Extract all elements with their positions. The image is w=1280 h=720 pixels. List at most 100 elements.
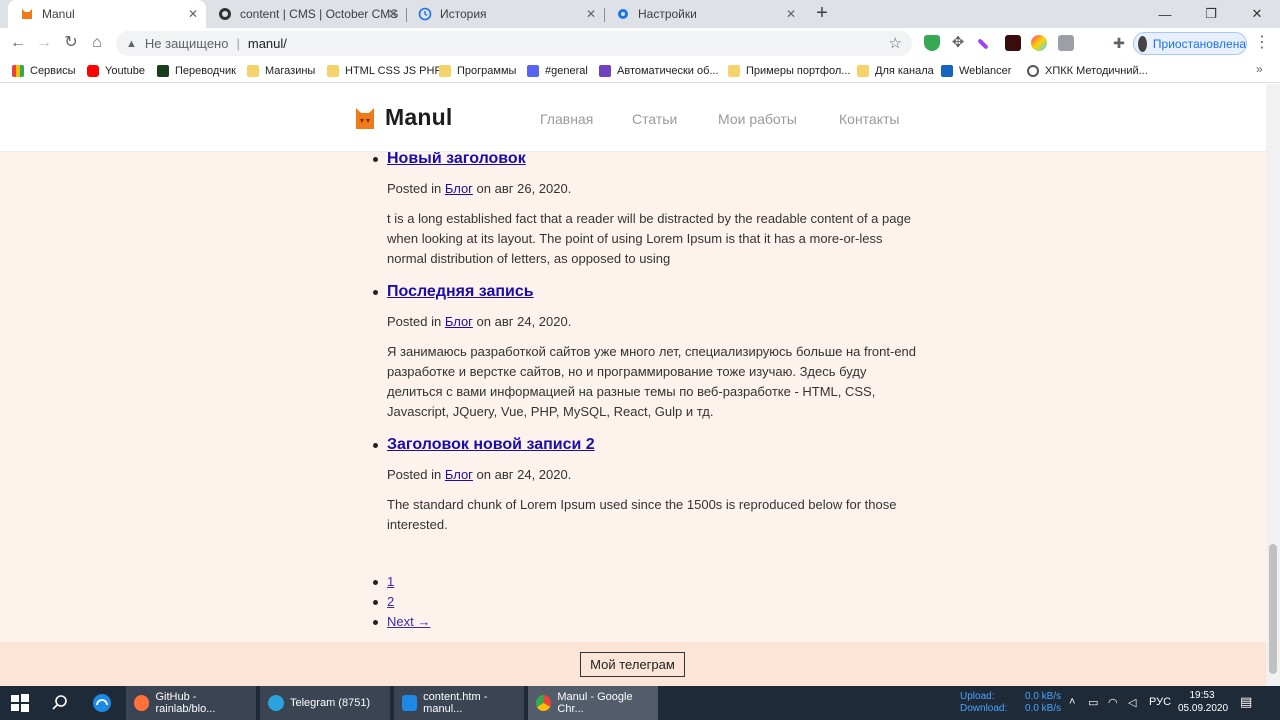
site-header: Manul Главная Статьи Мои работы Контакты: [0, 84, 1266, 152]
next-page-link[interactable]: Next →: [372, 612, 430, 632]
minimize-icon[interactable]: —: [1142, 0, 1188, 28]
history-icon: [418, 7, 432, 21]
scrollbar-thumb[interactable]: [1269, 544, 1277, 674]
page-scrollbar[interactable]: [1266, 84, 1280, 686]
nav-works[interactable]: Мои работы: [718, 111, 797, 127]
telegram-icon: [268, 695, 284, 711]
browser-menu-icon[interactable]: ⋮: [1254, 34, 1270, 54]
more-bookmarks-icon[interactable]: »: [1256, 62, 1263, 76]
tab-settings[interactable]: Настройки ✕: [604, 0, 804, 28]
post-list: Новый заголовок Posted in Блог on авг 26…: [373, 150, 917, 549]
bookmark-star-icon[interactable]: ☆: [889, 34, 902, 52]
avatar: [1138, 35, 1147, 52]
forward-arrow-icon[interactable]: →: [33, 32, 55, 54]
bookmark-shops[interactable]: Магазины: [247, 63, 315, 79]
post-excerpt: Я занимаюсь разработкой сайтов уже много…: [387, 344, 917, 419]
firefox-icon: [134, 695, 150, 711]
screenshot-extension-icon[interactable]: [1058, 35, 1074, 51]
bookmark-programs[interactable]: Программы: [439, 63, 516, 79]
tab-close-icon[interactable]: ✕: [784, 7, 798, 21]
language-indicator[interactable]: РУС: [1149, 696, 1171, 708]
notifications-icon[interactable]: ▤: [1240, 694, 1252, 710]
home-icon[interactable]: ⌂: [86, 32, 108, 54]
search-icon[interactable]: [50, 693, 70, 713]
windows-start-icon[interactable]: [10, 693, 30, 713]
category-link[interactable]: Блог: [445, 467, 473, 482]
url-text[interactable]: manul/: [248, 36, 287, 51]
tab-close-icon[interactable]: ✕: [584, 7, 598, 21]
nav-contacts[interactable]: Контакты: [839, 111, 899, 127]
bookmark-general[interactable]: #general: [527, 63, 588, 79]
bookmark-auto[interactable]: Автоматически об...: [599, 63, 719, 79]
page-link-1[interactable]: 1: [372, 572, 430, 592]
tab-title: История: [440, 7, 487, 21]
youtube-icon: [87, 65, 99, 77]
site-logo[interactable]: Manul: [354, 104, 452, 131]
category-link[interactable]: Блог: [445, 314, 473, 329]
maximize-icon[interactable]: ❐: [1188, 0, 1234, 28]
taskbar: GitHub - rainlab/blo... Telegram (8751) …: [0, 686, 1280, 720]
bookmark-weblancer[interactable]: Weblancer: [941, 63, 1011, 79]
post-excerpt: The standard chunk of Lorem Ipsum used s…: [387, 497, 897, 532]
address-bar[interactable]: ▲ Не защищено | manul/ ☆: [116, 31, 912, 56]
bookmark-youtube[interactable]: Youtube: [87, 63, 145, 79]
bookmark-portfolio[interactable]: Примеры портфол...: [728, 63, 850, 79]
taskbar-app-telegram[interactable]: Telegram (8751): [260, 686, 390, 720]
browser-toolbar: ← → ↻ ⌂ ▲ Не защищено | manul/ ☆ ✥ ✚ При…: [0, 28, 1280, 59]
battery-icon[interactable]: ▭: [1088, 696, 1098, 709]
move-extension-icon[interactable]: ✥: [950, 35, 966, 51]
bookmark-translator[interactable]: Переводчик: [157, 63, 236, 79]
tab-title: Настройки: [638, 7, 697, 21]
tab-manul[interactable]: Manul ✕: [8, 0, 206, 28]
logo-text: Manul: [385, 104, 453, 130]
category-link[interactable]: Блог: [445, 181, 473, 196]
bookmark-channel[interactable]: Для канала: [857, 63, 934, 79]
nav-home[interactable]: Главная: [540, 111, 593, 127]
puzzle-extensions-icon[interactable]: ✚: [1111, 35, 1127, 51]
tab-history[interactable]: История ✕: [406, 0, 605, 28]
site-footer: Мой телеграм: [0, 642, 1266, 686]
bookmark-services[interactable]: Сервисы: [12, 63, 76, 79]
gear-icon: [616, 7, 630, 21]
bookmark-khpkk[interactable]: ХПКК Методичний...: [1027, 63, 1148, 79]
folder-icon: [327, 65, 339, 77]
shield-extension-icon[interactable]: [924, 35, 940, 51]
back-arrow-icon[interactable]: ←: [7, 32, 29, 54]
upload-speed: 0.0 kB/s: [1025, 691, 1062, 702]
wifi-icon[interactable]: ◠: [1108, 696, 1118, 709]
profile-button[interactable]: Приостановлена: [1133, 32, 1247, 55]
taskbar-app-vscode[interactable]: content.htm - manul...: [394, 686, 524, 720]
speaker-icon[interactable]: ◁: [1128, 696, 1136, 709]
tab-october-cms[interactable]: content | CMS | October CMS ✕: [206, 0, 407, 28]
october-favicon-icon: [218, 7, 232, 21]
taskbar-app-firefox[interactable]: GitHub - rainlab/blo...: [126, 686, 256, 720]
telegram-button[interactable]: Мой телеграм: [580, 652, 685, 677]
page-link-2[interactable]: 2: [372, 592, 430, 612]
chevron-up-icon[interactable]: ˄: [1069, 696, 1075, 708]
reload-icon[interactable]: ↻: [60, 32, 82, 54]
bookmarks-bar: Сервисы Youtube Переводчик Магазины HTML…: [0, 59, 1280, 83]
taskbar-app-chrome[interactable]: Manul - Google Chr...: [528, 686, 658, 720]
warning-icon[interactable]: ▲: [126, 38, 137, 50]
bookmark-html-css[interactable]: HTML CSS JS PHP: [327, 63, 442, 79]
tab-close-icon[interactable]: ✕: [386, 7, 400, 21]
clock[interactable]: 19:53 05.09.2020: [1178, 689, 1228, 715]
post-title-link[interactable]: Заголовок новой записи 2: [373, 436, 595, 454]
profile-status: Приостановлена: [1152, 36, 1246, 51]
new-tab-button[interactable]: +: [812, 3, 832, 24]
close-window-icon[interactable]: ✕: [1234, 0, 1280, 28]
post-item: Последняя запись Posted in Блог on авг 2…: [373, 283, 917, 422]
tab-title: Manul: [42, 7, 75, 21]
apps-grid-icon: [12, 65, 24, 77]
red-extension-icon[interactable]: [1005, 35, 1021, 51]
post-title-link[interactable]: Последняя запись: [373, 283, 534, 301]
page-viewport: Новый заголовок Posted in Блог on авг 26…: [0, 84, 1266, 686]
tab-close-icon[interactable]: ✕: [186, 7, 200, 21]
pen-extension-icon[interactable]: [977, 38, 989, 50]
nav-articles[interactable]: Статьи: [632, 111, 677, 127]
headphones-icon[interactable]: [92, 693, 112, 713]
post-title-link[interactable]: Новый заголовок: [373, 150, 526, 168]
color-extension-icon[interactable]: [1031, 35, 1047, 51]
folder-icon: [439, 65, 451, 77]
manul-cat-logo-icon: [356, 107, 374, 129]
